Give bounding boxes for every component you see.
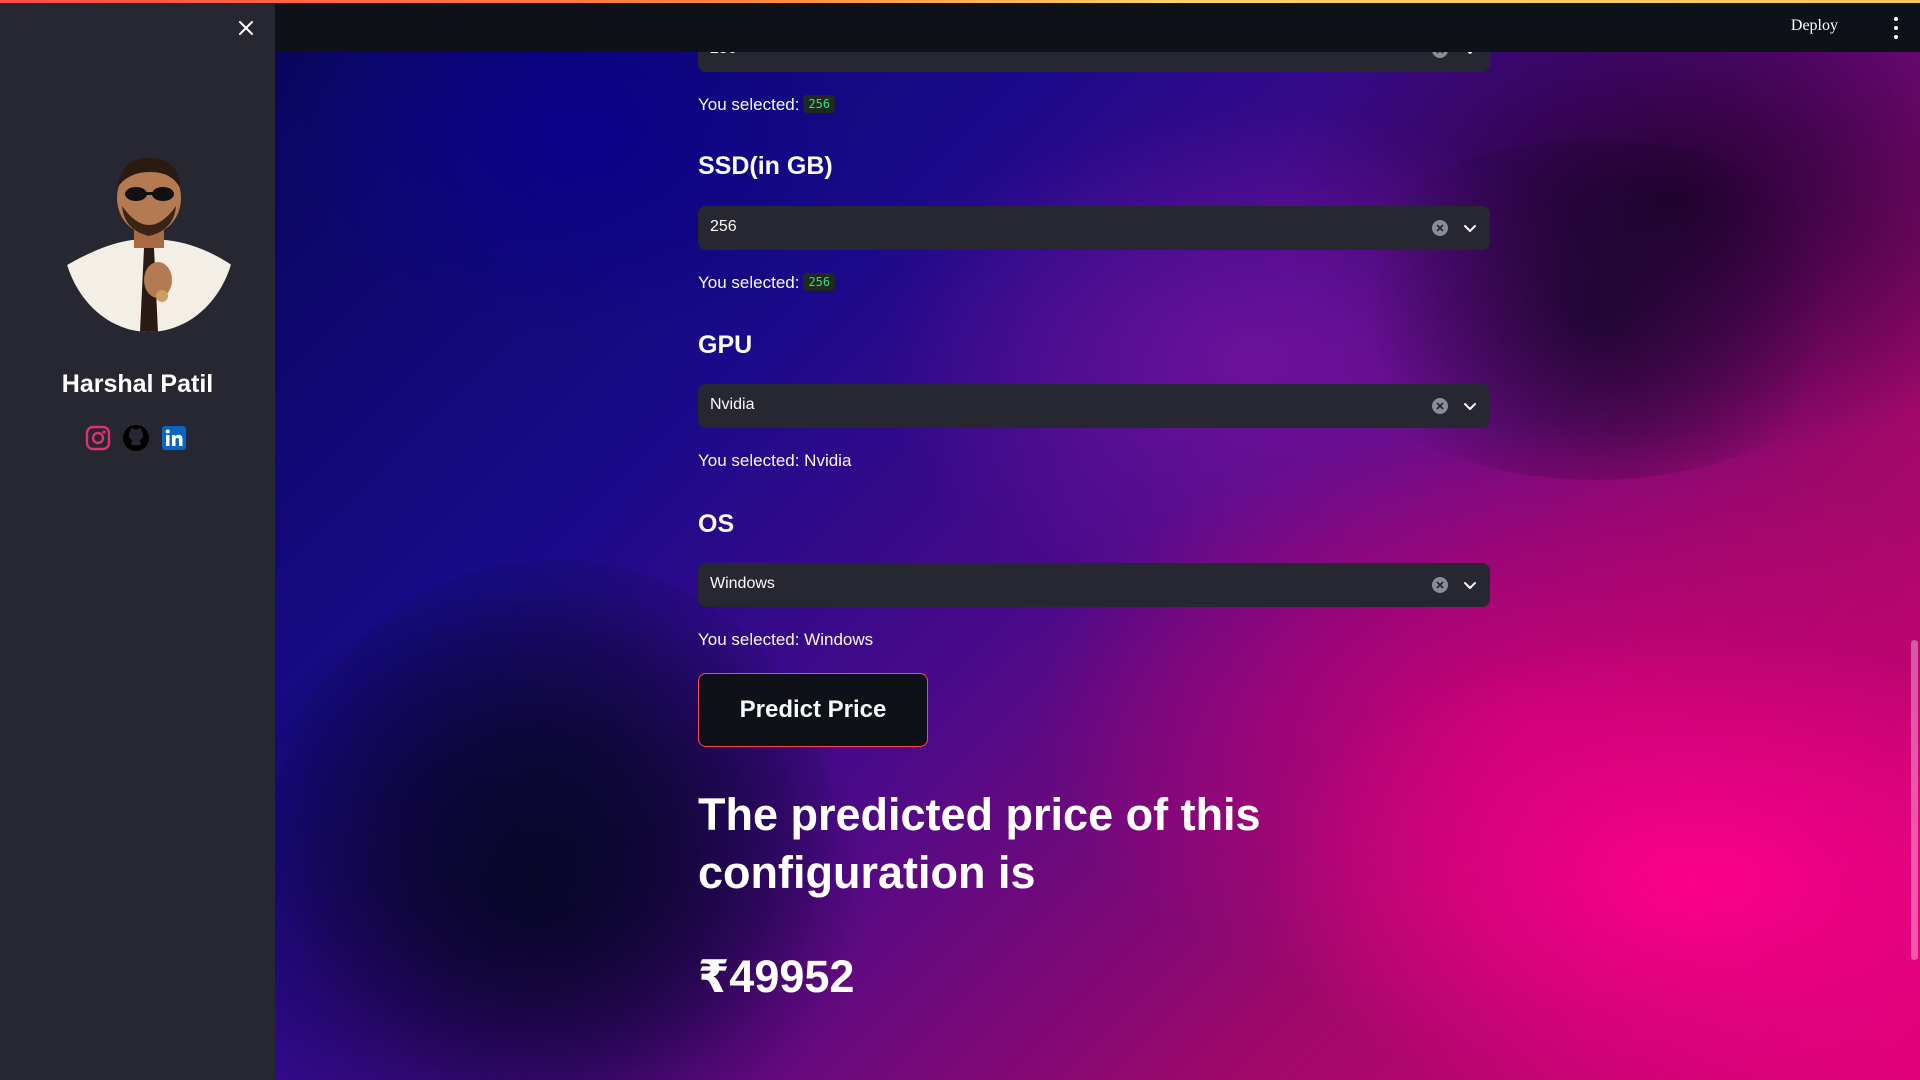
predicted-price: ₹49952 bbox=[698, 951, 855, 1002]
chevron-down-icon[interactable] bbox=[1462, 220, 1478, 236]
selected-prefix: You selected: bbox=[698, 273, 800, 292]
profile-name: Harshal Patil bbox=[61, 370, 214, 398]
linkedin-link[interactable] bbox=[160, 424, 188, 452]
app-header: Deploy bbox=[275, 3, 1920, 52]
sidebar: Harshal Patil bbox=[0, 0, 275, 1080]
scrollbar-thumb[interactable] bbox=[1911, 640, 1918, 960]
gpu-select[interactable]: Nvidia bbox=[698, 384, 1490, 428]
close-sidebar-button[interactable] bbox=[234, 16, 258, 40]
linkedin-icon bbox=[162, 426, 186, 450]
prediction-form: 256 You selected:256 SSD(in GB) 256 You … bbox=[698, 0, 1490, 1080]
predict-price-button[interactable]: Predict Price bbox=[698, 673, 928, 747]
profile-photo bbox=[62, 148, 236, 332]
github-icon bbox=[123, 425, 149, 451]
clear-selection-icon[interactable] bbox=[1432, 577, 1448, 593]
chevron-down-icon[interactable] bbox=[1462, 577, 1478, 593]
avatar bbox=[62, 148, 236, 332]
os-select[interactable]: Windows bbox=[698, 563, 1490, 607]
chevron-down-icon[interactable] bbox=[1462, 398, 1478, 414]
instagram-icon bbox=[85, 425, 111, 451]
result-heading: The predicted price of this configuratio… bbox=[698, 789, 1261, 898]
instagram-link[interactable] bbox=[84, 424, 112, 452]
os-select-value: Windows bbox=[710, 575, 775, 592]
gpu-label: GPU bbox=[698, 331, 753, 359]
clear-selection-icon[interactable] bbox=[1432, 398, 1448, 414]
ssd-label: SSD(in GB) bbox=[698, 152, 833, 180]
close-icon bbox=[239, 21, 253, 35]
kebab-dot bbox=[1894, 26, 1898, 30]
gpu-select-value: Nvidia bbox=[710, 396, 755, 413]
top-progress-line bbox=[0, 0, 1920, 3]
clear-selection-icon[interactable] bbox=[1432, 220, 1448, 236]
main-menu-button[interactable] bbox=[1890, 17, 1902, 39]
ssd-selected-text: You selected: 256 bbox=[698, 273, 836, 293]
gpu-selected-text: You selected: Nvidia bbox=[698, 451, 852, 470]
os-selected-text: You selected: Windows bbox=[698, 630, 874, 649]
kebab-dot bbox=[1894, 35, 1898, 39]
social-links bbox=[84, 423, 194, 453]
selected-prefix: You selected: bbox=[698, 95, 800, 114]
selected-value-code: 256 bbox=[803, 95, 836, 113]
ssd-select-value: 256 bbox=[710, 218, 737, 235]
kebab-dot bbox=[1894, 17, 1898, 21]
deploy-button[interactable]: Deploy bbox=[1791, 17, 1838, 35]
ssd-select[interactable]: 256 bbox=[698, 206, 1490, 250]
selected-value-code: 256 bbox=[803, 273, 836, 291]
os-label: OS bbox=[698, 510, 735, 538]
ram-selected-text: You selected: 256 bbox=[698, 95, 836, 115]
github-link[interactable] bbox=[122, 424, 150, 452]
